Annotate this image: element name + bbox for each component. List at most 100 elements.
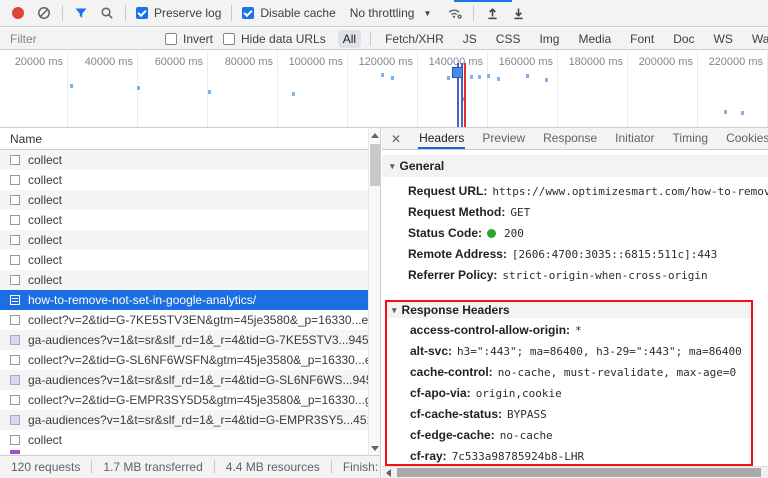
header-value: no-cache, must-revalidate, max-age=0	[497, 366, 737, 379]
request-name: collect	[28, 253, 63, 267]
import-har-button[interactable]	[484, 5, 500, 21]
filter-chip-css[interactable]: CSS	[491, 30, 526, 48]
filter-chip-doc[interactable]: Doc	[668, 30, 699, 48]
header-name: access-control-allow-origin:	[410, 323, 571, 337]
timeline-tick-label: 60000 ms	[154, 56, 203, 68]
xhr-resource-icon	[10, 255, 20, 265]
close-details-button[interactable]: ✕	[382, 128, 410, 149]
throttling-dropdown[interactable]: No throttling ▼	[350, 6, 432, 20]
toolbar-divider	[473, 5, 475, 21]
requests-panel: Name collect collect collect collect collect…	[0, 128, 381, 478]
disable-cache-checkbox[interactable]: Disable cache	[242, 6, 336, 20]
timeline-overview[interactable]: 20000 ms 40000 ms 60000 ms 80000 ms 100000 m…	[0, 51, 768, 128]
xhr-resource-icon	[10, 435, 20, 445]
scroll-up-arrow[interactable]	[369, 129, 380, 141]
scrollbar-thumb[interactable]	[397, 468, 761, 477]
export-har-button[interactable]	[510, 5, 526, 21]
general-section-title: General	[399, 159, 445, 173]
checkbox-checked-icon	[242, 7, 255, 19]
active-panel-tab-indicator	[454, 0, 512, 2]
request-row[interactable]: collect	[0, 210, 368, 230]
scrollbar-thumb[interactable]	[370, 144, 380, 186]
preserve-log-checkbox[interactable]: Preserve log	[136, 6, 221, 20]
header-name: Remote Address:	[408, 247, 507, 261]
filter-chip-wasm[interactable]: Wasm	[747, 30, 768, 48]
filter-chip-all[interactable]: All	[337, 29, 362, 48]
filter-chip-fetch-xhr[interactable]: Fetch/XHR	[380, 30, 449, 48]
request-row[interactable]: ga-audiences?v=1&t=sr&slf_rd=1&_r=4&tid=…	[0, 410, 368, 430]
clear-button[interactable]	[36, 5, 52, 21]
request-row[interactable]: collect	[0, 190, 368, 210]
request-row[interactable]: collect	[0, 430, 368, 450]
filter-chip-js[interactable]: JS	[458, 30, 482, 48]
request-row[interactable]: how-to-remove-not-set-in-google-analytic…	[0, 290, 368, 310]
tab-preview[interactable]: Preview	[481, 128, 526, 149]
timeline-tick-label: 160000 ms	[498, 56, 553, 68]
invert-checkbox[interactable]: Invert	[165, 32, 213, 46]
filter-input[interactable]	[10, 31, 145, 46]
tab-cookies[interactable]: Cookies	[725, 128, 768, 149]
header-name: Referrer Policy:	[408, 268, 498, 282]
response-header-items: access-control-allow-origin: * alt-svc: h3=…	[387, 318, 751, 464]
request-row[interactable]: collect?v=2&tid=G-EMPR3SY5D5&gtm=45je358…	[0, 390, 368, 410]
record-button[interactable]	[10, 5, 26, 21]
request-list: collect collect collect collect collect colle…	[0, 150, 368, 454]
filter-chip-img[interactable]: Img	[534, 30, 564, 48]
filter-chip-font[interactable]: Font	[625, 30, 659, 48]
request-row[interactable]: ga-audiences?v=1&t=sr&slf_rd=1&_r=4&tid=…	[0, 330, 368, 350]
hide-data-urls-checkbox[interactable]: Hide data URLs	[223, 32, 326, 46]
header-value: BYPASS	[507, 408, 547, 421]
tab-response[interactable]: Response	[542, 128, 598, 149]
filter-chip-media[interactable]: Media	[573, 30, 616, 48]
request-row[interactable]: collect	[0, 250, 368, 270]
wifi-gear-icon	[449, 9, 463, 19]
xhr-resource-icon	[10, 175, 20, 185]
name-column-header[interactable]: Name	[0, 128, 380, 150]
header-name: cf-cache-status:	[410, 407, 503, 421]
request-row[interactable]: collect	[0, 230, 368, 250]
horizontal-scrollbar[interactable]	[382, 466, 768, 478]
xhr-resource-icon	[10, 235, 20, 245]
request-activity-tick	[741, 111, 744, 115]
filter-chip-ws[interactable]: WS	[709, 30, 738, 48]
timeline-tick-label: 200000 ms	[638, 56, 693, 68]
vertical-scrollbar[interactable]	[368, 128, 380, 455]
xhr-resource-icon	[10, 355, 20, 365]
request-row[interactable]: ga-audiences?v=1&t=sr&slf_rd=1&_r=4&tid=…	[0, 370, 368, 390]
request-row[interactable]: collect?v=2&tid=G-SL6NF6WSFN&gtm=45je358…	[0, 350, 368, 370]
request-row[interactable]: collect	[0, 150, 368, 170]
details-tab-bar: ✕ Headers Preview Response Initiator Timing C…	[382, 128, 768, 150]
request-name: collect	[28, 193, 63, 207]
request-activity-tick	[497, 77, 500, 81]
scroll-down-arrow[interactable]	[369, 442, 380, 454]
request-row[interactable]: collect	[0, 170, 368, 190]
timeline-tick-label: 120000 ms	[358, 56, 413, 68]
ping-resource-icon	[10, 375, 20, 385]
tab-timing[interactable]: Timing	[672, 128, 710, 149]
request-row[interactable]: collect?v=2&tid=G-7KE5STV3EN&gtm=45je358…	[0, 310, 368, 330]
tab-headers[interactable]: Headers	[418, 128, 466, 149]
response-headers-section-header[interactable]: ▾ Response Headers	[387, 302, 751, 318]
network-conditions-button[interactable]	[447, 5, 463, 21]
request-name: how-to-remove-not-set-in-google-analytic…	[28, 293, 257, 307]
xhr-resource-icon	[10, 315, 20, 325]
checkbox-checked-icon	[136, 7, 148, 19]
request-name: collect	[28, 153, 63, 167]
request-activity-tick	[137, 86, 140, 90]
request-name: collect	[28, 173, 63, 187]
request-name: ga-audiences?v=1&t=sr&slf_rd=1&_r=4&tid=…	[28, 413, 368, 427]
record-icon	[12, 7, 24, 19]
general-section-header[interactable]: ▾ General	[382, 155, 768, 177]
request-row[interactable]: collect	[0, 270, 368, 290]
header-value: h3=":443"; ma=86400, h3-29=":443"; ma=86…	[457, 345, 742, 358]
search-button[interactable]	[99, 5, 115, 21]
tab-initiator[interactable]: Initiator	[614, 128, 655, 149]
filter-toggle-button[interactable]	[73, 5, 89, 21]
download-icon	[514, 8, 523, 20]
header-item: cf-ray: 7c533a98785924b8-LHR	[387, 446, 751, 464]
filter-bar: Invert Hide data URLs All Fetch/XHR JS CSS I…	[0, 28, 768, 50]
name-column-label: Name	[10, 131, 43, 146]
throttling-value: No throttling	[349, 6, 415, 20]
scroll-left-arrow[interactable]	[382, 467, 395, 478]
triangle-up-icon	[370, 132, 379, 138]
